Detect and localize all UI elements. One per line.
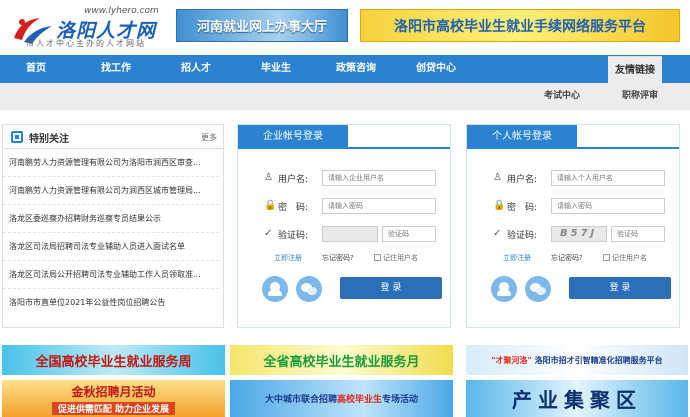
- lock-icon: 🔒: [264, 200, 277, 211]
- list-item[interactable]: 洛龙区司法局招聘司法专业辅助人员进入面试名单: [3, 233, 219, 261]
- banner-prefix: 大中城市联合招聘: [264, 395, 337, 405]
- nav-item-policy[interactable]: 政策咨询: [326, 55, 386, 83]
- banner-henan-employment[interactable]: 河南就业网上办事大厅: [176, 9, 348, 42]
- company-login-button[interactable]: 登 录: [340, 277, 442, 299]
- notice-icon: [11, 131, 23, 143]
- qq-login-icon[interactable]: [491, 276, 517, 302]
- remember-label: 记住用户名: [383, 254, 418, 262]
- panel-title: 特别关注: [29, 134, 69, 145]
- remember-username-checkbox[interactable]: 记住用户名: [603, 253, 647, 263]
- special-attention-panel: 特别关注 更多 河南鹏劳人力资源管理有限公司为洛阳市涧西区审查... 河南鹏劳人…: [2, 124, 224, 328]
- list-item[interactable]: 洛阳市市直单位2021年公益性岗位招聘公告: [3, 289, 219, 317]
- banner-national-graduate-week[interactable]: 全国高校毕业生就业服务周: [2, 345, 225, 375]
- password-label: 密 码:: [278, 203, 309, 213]
- banner-autumn-recruitment[interactable]: 金秋招聘月活动 促进供需匹配 助力企业发展: [2, 380, 225, 417]
- wechat-login-icon[interactable]: [296, 276, 322, 302]
- banner-provincial-graduate-month[interactable]: 全省高校毕业生就业服务月: [230, 345, 453, 375]
- banner-text: 洛阳市招才引智精准化招聘服务平台: [534, 355, 663, 365]
- list-item[interactable]: 洛龙区委巡察办招聘财务巡察专员结果公示: [3, 205, 219, 233]
- main-nav: 首页 找工作 招人才 毕业生 政策咨询 创贷中心: [0, 55, 690, 83]
- username-label: 用户名:: [278, 175, 309, 185]
- nav-item-find-job[interactable]: 找工作: [86, 55, 146, 83]
- register-link[interactable]: 立即注册: [274, 253, 302, 263]
- site-slogan: 市人才中心主办的人才网站: [26, 39, 146, 48]
- check-circle-icon: ✓: [264, 228, 273, 239]
- username-label: 用户名:: [507, 175, 538, 185]
- user-icon: ♙: [493, 172, 502, 183]
- panel-header: 特别关注 更多: [3, 125, 223, 149]
- company-captcha-input[interactable]: 验证码: [382, 226, 436, 242]
- login-tab-bar: 个人帐号登录: [467, 125, 679, 149]
- personal-login-button[interactable]: 登 录: [569, 277, 671, 299]
- banner-talent-platform[interactable]: "才聚河洛" 洛阳市招才引智精准化招聘服务平台: [466, 345, 688, 375]
- tab-company-login[interactable]: 企业帐号登录: [238, 125, 348, 149]
- nav-item-loan-center[interactable]: 创贷中心: [406, 55, 466, 83]
- personal-username-input[interactable]: 请输入个人用户名: [551, 170, 665, 186]
- banner-city-joint-recruitment[interactable]: 大中城市联合招聘 高校毕业生 专场活动: [230, 380, 453, 417]
- subnav-item-title-review[interactable]: 职称评审: [622, 83, 658, 110]
- checkbox-icon: [374, 254, 381, 261]
- login-tab-bar: 企业帐号登录: [238, 125, 450, 149]
- personal-captcha-input[interactable]: 验证码: [611, 226, 665, 242]
- banner-industrial-cluster[interactable]: 产业集聚区: [466, 380, 688, 417]
- captcha-label: 验证码:: [507, 231, 538, 241]
- banner-highlight: 高校毕业生: [336, 395, 382, 405]
- banner-subtitle: 促进供需匹配 助力企业发展: [51, 401, 176, 415]
- tab-personal-login[interactable]: 个人帐号登录: [467, 125, 577, 149]
- captcha-label: 验证码:: [278, 231, 309, 241]
- banner-graduate-service-platform[interactable]: 洛阳市高校毕业生就业手续网络服务平台: [360, 9, 680, 42]
- user-icon: ♙: [264, 172, 273, 183]
- personal-password-input[interactable]: 请输入密码: [551, 198, 665, 214]
- nav-item-home[interactable]: 首页: [6, 55, 66, 83]
- forgot-password-link[interactable]: 忘记密码?: [322, 253, 354, 263]
- lock-icon: 🔒: [493, 200, 506, 211]
- password-label: 密 码:: [507, 203, 538, 213]
- sub-nav: [0, 83, 690, 110]
- company-password-input[interactable]: 请输入密码: [322, 198, 436, 214]
- nav-item-recruit[interactable]: 招人才: [166, 55, 226, 83]
- site-logo[interactable]: www.lyhero.com 洛阳人才网 市人才中心主办的人才网站: [8, 6, 168, 48]
- notice-list: 河南鹏劳人力资源管理有限公司为洛阳市涧西区审查... 河南鹏劳人力资源管理有限公…: [3, 149, 223, 317]
- remember-label: 记住用户名: [612, 254, 647, 262]
- register-link[interactable]: 立即注册: [503, 253, 531, 263]
- personal-login-panel: 个人帐号登录 ♙ 用户名: 请输入个人用户名 🔒 密 码: 请输入密码 ✓ 验证…: [466, 124, 680, 328]
- wechat-login-icon[interactable]: [525, 276, 551, 302]
- remember-username-checkbox[interactable]: 记住用户名: [374, 253, 418, 263]
- subnav-item-exam-center[interactable]: 考试中心: [544, 83, 580, 110]
- banner-suffix: 专场活动: [382, 395, 419, 405]
- nav-item-friend-links[interactable]: 友情链接: [608, 56, 662, 83]
- banner-title: 金秋招聘月活动: [71, 384, 156, 399]
- check-circle-icon: ✓: [493, 228, 502, 239]
- more-link[interactable]: 更多: [201, 132, 217, 143]
- banner-highlight: "才聚河洛": [491, 355, 532, 365]
- captcha-image[interactable]: B57J: [551, 226, 607, 242]
- company-username-input[interactable]: 请输入企业用户名: [322, 170, 436, 186]
- company-login-panel: 企业帐号登录 ♙ 用户名: 请输入企业用户名 🔒 密 码: 请输入密码 ✓ 验证…: [237, 124, 451, 328]
- checkbox-icon: [603, 254, 610, 261]
- list-item[interactable]: 河南鹏劳人力资源管理有限公司为涧西区城市管理局...: [3, 177, 219, 205]
- captcha-image[interactable]: [322, 226, 378, 242]
- list-item[interactable]: 河南鹏劳人力资源管理有限公司为洛阳市涧西区审查...: [3, 149, 219, 177]
- list-item[interactable]: 洛龙区司法局公开招聘司法专业辅助工作人员领取准...: [3, 261, 219, 289]
- site-url: www.lyhero.com: [84, 6, 159, 16]
- qq-login-icon[interactable]: [262, 276, 288, 302]
- forgot-password-link[interactable]: 忘记密码?: [551, 253, 583, 263]
- nav-item-graduates[interactable]: 毕业生: [246, 55, 306, 83]
- captcha-text: B57J: [560, 228, 598, 239]
